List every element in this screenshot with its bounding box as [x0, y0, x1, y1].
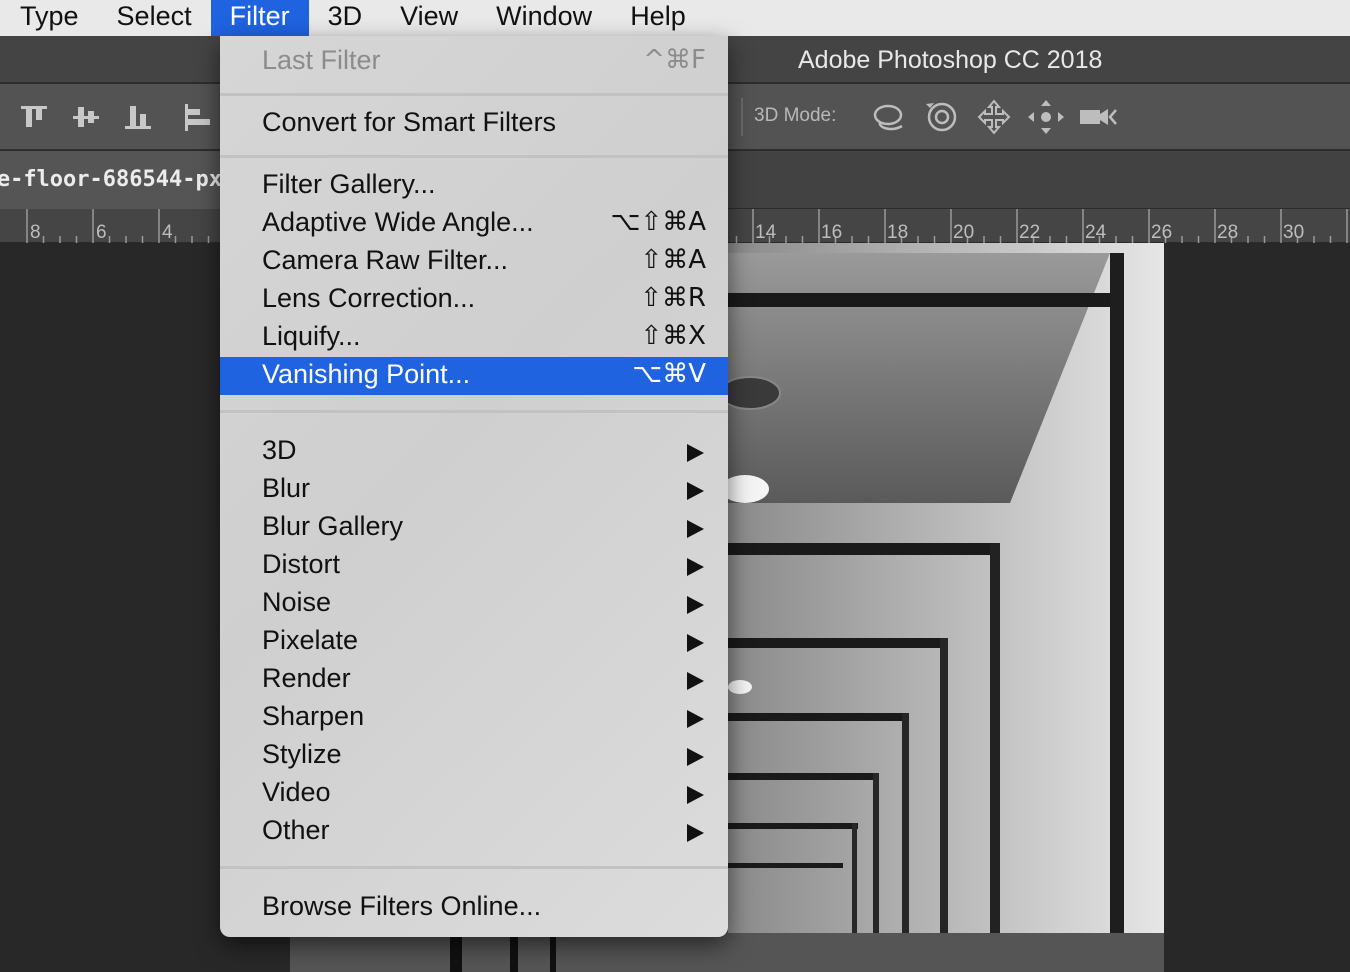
- menu-item-label: Adaptive Wide Angle...: [262, 207, 534, 237]
- orbit-3d-icon[interactable]: [870, 98, 910, 136]
- submenu-arrow-icon: [687, 444, 704, 462]
- menu-select[interactable]: Select: [98, 0, 211, 36]
- pan-3d-icon[interactable]: [974, 98, 1014, 136]
- menu-separator: [220, 866, 728, 869]
- menu-item-label: Pixelate: [262, 625, 359, 655]
- menu-item-video[interactable]: Video: [220, 775, 728, 813]
- ruler-label: 14: [755, 222, 777, 243]
- submenu-arrow-icon: [687, 520, 704, 538]
- menu-view[interactable]: View: [381, 0, 477, 36]
- menu-item-noise[interactable]: Noise: [220, 585, 728, 623]
- menu-help[interactable]: Help: [611, 0, 705, 36]
- ruler-label: 4: [162, 222, 173, 243]
- menu-item-shortcut: ^⌘F: [643, 45, 706, 75]
- menu-item-other[interactable]: Other: [220, 813, 728, 851]
- ruler-label: 30: [1283, 222, 1304, 243]
- menu-item-pixelate[interactable]: Pixelate: [220, 623, 728, 661]
- menu-item-shortcut: ⌥⇧⌘A: [610, 207, 706, 237]
- menu-item-last-filter: Last Filter ^⌘F: [220, 43, 728, 81]
- menu-item-label: Vanishing Point...: [262, 359, 471, 389]
- align-top-icon[interactable]: [18, 102, 52, 132]
- ruler-label: 8: [30, 222, 41, 243]
- submenu-arrow-icon: [687, 748, 704, 766]
- submenu-arrow-icon: [687, 786, 704, 804]
- submenu-arrow-icon: [687, 824, 704, 842]
- menu-item-label: Video: [262, 777, 331, 807]
- submenu-arrow-icon: [687, 672, 704, 690]
- menu-separator: [220, 93, 728, 96]
- menu-item-blur[interactable]: Blur: [220, 471, 728, 509]
- menu-3d[interactable]: 3D: [309, 0, 382, 36]
- menu-item-vanishing-point[interactable]: Vanishing Point... ⌥⌘V: [220, 357, 728, 395]
- menu-item-shortcut: ⌥⌘V: [632, 359, 706, 389]
- menu-item-label: Liquify...: [262, 321, 361, 351]
- menu-filter[interactable]: Filter: [210, 0, 309, 36]
- menu-item-label: Filter Gallery...: [262, 169, 436, 199]
- menu-item-label: Other: [262, 815, 330, 845]
- ruler-label: 26: [1151, 222, 1172, 243]
- menu-item-shortcut: ⇧⌘X: [640, 321, 706, 351]
- ruler-label: 24: [1085, 222, 1107, 243]
- menu-item-browse-filters-online[interactable]: Browse Filters Online...: [220, 889, 728, 927]
- menu-item-shortcut: ⇧⌘R: [640, 283, 706, 313]
- menu-bar: Type Select Filter 3D View Window Help: [0, 0, 1350, 36]
- menu-item-label: Sharpen: [262, 701, 365, 731]
- 3d-mode-label: 3D Mode:: [754, 105, 837, 126]
- menu-item-sharpen[interactable]: Sharpen: [220, 699, 728, 737]
- menu-item-shortcut: ⇧⌘A: [640, 245, 706, 275]
- align-vertical-center-icon[interactable]: [70, 102, 104, 132]
- menu-item-render[interactable]: Render: [220, 661, 728, 699]
- submenu-arrow-icon: [687, 482, 704, 500]
- submenu-arrow-icon: [687, 634, 704, 652]
- menu-type[interactable]: Type: [0, 0, 98, 36]
- menu-item-label: Noise: [262, 587, 332, 617]
- menu-item-adaptive-wide-angle[interactable]: Adaptive Wide Angle... ⌥⇧⌘A: [220, 205, 728, 243]
- menu-item-label: Render: [262, 663, 351, 693]
- menu-item-convert-smart-filters[interactable]: Convert for Smart Filters: [220, 105, 728, 143]
- align-left-icon[interactable]: [180, 102, 214, 132]
- menu-item-blur-gallery[interactable]: Blur Gallery: [220, 509, 728, 547]
- menu-item-label: Blur Gallery: [262, 511, 404, 541]
- menu-item-label: 3D: [262, 435, 297, 465]
- menu-separator: [220, 410, 728, 413]
- ruler-label: 28: [1217, 222, 1238, 243]
- filter-dropdown-menu: Last Filter ^⌘F Convert for Smart Filter…: [220, 36, 728, 937]
- document-tab[interactable]: te-floor-686544-px: [0, 151, 222, 209]
- menu-item-label: Last Filter: [262, 45, 381, 75]
- menu-item-label: Browse Filters Online...: [262, 891, 542, 921]
- scale-3d-icon[interactable]: [1078, 98, 1118, 136]
- ruler-label: 20: [953, 222, 974, 243]
- ruler-label: 16: [821, 222, 842, 243]
- menu-item-label: Camera Raw Filter...: [262, 245, 509, 275]
- menu-item-3d[interactable]: 3D: [220, 433, 728, 471]
- slide-3d-icon[interactable]: [1026, 98, 1066, 136]
- roll-3d-icon[interactable]: [922, 98, 962, 136]
- menu-item-filter-gallery[interactable]: Filter Gallery...: [220, 167, 728, 205]
- align-bottom-icon[interactable]: [122, 102, 156, 132]
- submenu-arrow-icon: [687, 558, 704, 576]
- menu-item-label: Lens Correction...: [262, 283, 476, 313]
- menu-separator: [220, 155, 728, 158]
- window-title: Adobe Photoshop CC 2018: [798, 46, 1103, 74]
- menu-item-liquify[interactable]: Liquify... ⇧⌘X: [220, 319, 728, 357]
- ruler-label: 6: [96, 222, 107, 243]
- toolbar-separator: [741, 98, 743, 136]
- submenu-arrow-icon: [687, 710, 704, 728]
- menu-item-label: Distort: [262, 549, 341, 579]
- ruler-label: 18: [887, 222, 908, 243]
- menu-item-distort[interactable]: Distort: [220, 547, 728, 585]
- menu-item-camera-raw-filter[interactable]: Camera Raw Filter... ⇧⌘A: [220, 243, 728, 281]
- submenu-arrow-icon: [687, 596, 704, 614]
- menu-item-label: Convert for Smart Filters: [262, 107, 557, 137]
- menu-item-label: Blur: [262, 473, 311, 503]
- document-tab-label: te-floor-686544-px: [0, 167, 222, 192]
- ruler-label: 22: [1019, 222, 1040, 243]
- menu-item-stylize[interactable]: Stylize: [220, 737, 728, 775]
- menu-item-lens-correction[interactable]: Lens Correction... ⇧⌘R: [220, 281, 728, 319]
- menu-item-label: Stylize: [262, 739, 342, 769]
- menu-window[interactable]: Window: [477, 0, 611, 36]
